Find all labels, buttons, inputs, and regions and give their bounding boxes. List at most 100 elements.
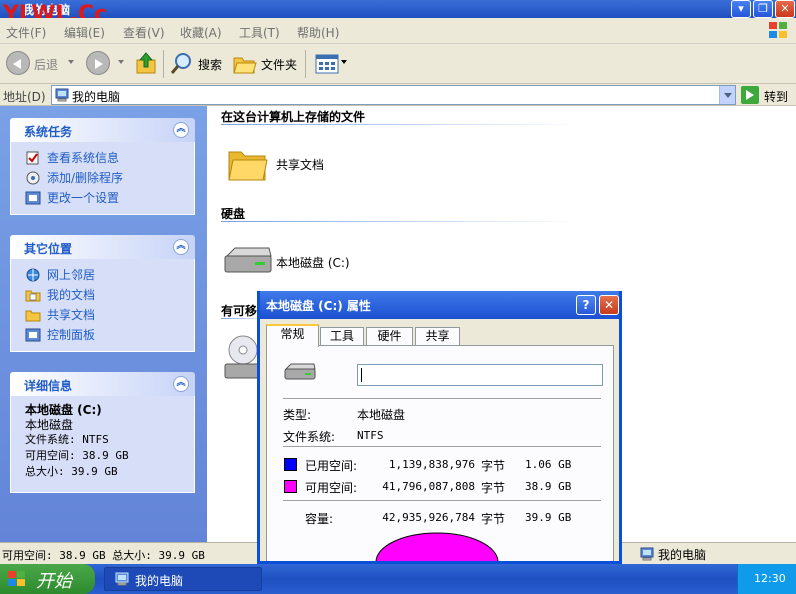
- menu-view[interactable]: 查看(V): [123, 24, 165, 41]
- task-add-remove-programs[interactable]: 添加/删除程序: [25, 168, 194, 188]
- address-input[interactable]: 我的电脑: [51, 85, 736, 105]
- filesystem-label: 文件系统:: [283, 430, 336, 444]
- tab-hardware[interactable]: 硬件: [366, 327, 413, 346]
- local-disk-c-item[interactable]: 本地磁盘 (C:): [221, 244, 371, 278]
- system-info-icon: [26, 151, 39, 165]
- disk-properties-dialog: 本地磁盘 (C:) 属性 ? ✕ 常规 工具 硬件 共享 类型: 本地磁盘 文件…: [257, 291, 622, 564]
- details-title: 详细信息: [24, 379, 73, 393]
- other-places-header[interactable]: 其它位置 ︽: [10, 235, 195, 259]
- shared-documents-label: 共享文档: [276, 158, 325, 172]
- free-space-label: 可用空间:: [305, 481, 358, 495]
- task-view-system-info[interactable]: 查看系统信息: [25, 148, 194, 168]
- forward-dropdown-icon[interactable]: [118, 60, 124, 64]
- used-space-unit: 字节: [481, 459, 506, 473]
- back-button-label[interactable]: 后退: [34, 56, 58, 73]
- place-my-documents[interactable]: 我的文档: [25, 285, 194, 305]
- group-header-stored-files: 在这台计算机上存储的文件: [221, 110, 366, 124]
- close-icon: ✕: [603, 298, 615, 312]
- minimize-icon: ▾: [738, 2, 744, 15]
- task-pane: 系统任务 ︽ 查看系统信息 添加/删除程序 更改一个设置 其它位置 ︽ 网上邻居…: [0, 106, 207, 542]
- up-folder-icon[interactable]: [135, 51, 157, 75]
- local-disk-c-label: 本地磁盘 (C:): [276, 256, 350, 270]
- folders-button-label[interactable]: 文件夹: [261, 56, 297, 73]
- status-location-label: 我的电脑: [658, 548, 707, 562]
- search-icon[interactable]: [170, 52, 194, 76]
- free-space-gb: 38.9 GB: [525, 480, 572, 493]
- tab-general[interactable]: 常规: [266, 324, 319, 347]
- forward-arrow-icon[interactable]: [86, 51, 110, 75]
- collapse-chevron-icon[interactable]: ︽: [173, 239, 189, 255]
- details-total-size: 总大小: 39.9 GB: [25, 465, 118, 478]
- used-space-swatch: [284, 458, 297, 471]
- maximize-icon: ❐: [758, 2, 768, 15]
- free-space-swatch: [284, 480, 297, 493]
- address-dropdown-icon[interactable]: [719, 86, 735, 104]
- menu-help[interactable]: 帮助(H): [297, 24, 339, 41]
- dialog-help-button[interactable]: ?: [576, 295, 596, 315]
- disk-usage-pie: [375, 532, 499, 561]
- start-label: 开始: [36, 571, 72, 592]
- place-control-panel[interactable]: 控制面板: [25, 325, 194, 345]
- free-space-unit: 字节: [481, 481, 506, 495]
- menu-edit[interactable]: 编辑(E): [64, 24, 105, 41]
- menu-file[interactable]: 文件(F): [6, 24, 46, 41]
- menu-tools[interactable]: 工具(T): [239, 24, 280, 41]
- details-header[interactable]: 详细信息 ︽: [10, 372, 195, 396]
- views-icon[interactable]: [315, 53, 339, 75]
- windows-flag-icon: [8, 571, 25, 586]
- details-name: 本地磁盘 (C:): [25, 403, 102, 417]
- place-network[interactable]: 网上邻居: [25, 265, 194, 285]
- folder-icon: [228, 151, 268, 181]
- details-type: 本地磁盘: [25, 418, 74, 432]
- place-shared-documents[interactable]: 共享文档: [25, 305, 194, 325]
- capacity-gb: 39.9 GB: [525, 511, 572, 524]
- capacity-unit: 字节: [481, 512, 506, 526]
- go-button-label[interactable]: 转到: [764, 88, 788, 105]
- dialog-titlebar[interactable]: 本地磁盘 (C:) 属性 ? ✕: [260, 291, 619, 319]
- group-divider: [221, 124, 581, 125]
- tab-tools[interactable]: 工具: [320, 327, 364, 346]
- details-body: 本地磁盘 (C:) 本地磁盘 文件系统: NTFS 可用空间: 38.9 GB …: [10, 396, 195, 493]
- used-space-gb: 1.06 GB: [525, 458, 572, 471]
- minimize-button[interactable]: ▾: [731, 0, 751, 18]
- taskbar-item-my-computer[interactable]: 我的电脑: [104, 567, 262, 591]
- details-filesystem: 文件系统: NTFS: [25, 433, 109, 446]
- my-computer-icon: [115, 572, 129, 586]
- divider: [283, 500, 601, 501]
- maximize-button[interactable]: ❐: [753, 0, 773, 18]
- details-panel: 详细信息 ︽ 本地磁盘 (C:) 本地磁盘 文件系统: NTFS 可用空间: 3…: [10, 372, 195, 493]
- views-dropdown-icon[interactable]: [341, 60, 347, 64]
- search-button-label[interactable]: 搜索: [198, 56, 222, 73]
- dialog-close-button[interactable]: ✕: [599, 295, 619, 315]
- taskbar: 开始 我的电脑 12:30: [0, 564, 796, 594]
- add-remove-programs-icon: [26, 171, 40, 185]
- task-label: 查看系统信息: [47, 151, 120, 165]
- system-tasks-header[interactable]: 系统任务 ︽: [10, 118, 195, 142]
- place-label: 共享文档: [47, 308, 96, 322]
- folders-icon[interactable]: [233, 53, 257, 75]
- taskbar-item-label: 我的电脑: [135, 574, 184, 588]
- divider: [283, 398, 601, 399]
- hard-drive-icon: [224, 247, 272, 273]
- menu-favorites[interactable]: 收藏(A): [180, 24, 222, 41]
- status-free-total: 可用空间: 38.9 GB 总大小: 39.9 GB: [2, 549, 205, 562]
- volume-label-input[interactable]: [357, 364, 603, 386]
- tab-sharing[interactable]: 共享: [415, 327, 460, 346]
- start-button[interactable]: 开始: [0, 564, 95, 594]
- collapse-chevron-icon[interactable]: ︽: [173, 122, 189, 138]
- network-icon: [26, 268, 40, 282]
- close-button[interactable]: ✕: [775, 0, 795, 18]
- other-places-title: 其它位置: [24, 242, 73, 256]
- toolbar: 后退 搜索 文件夹: [0, 44, 796, 84]
- collapse-chevron-icon[interactable]: ︽: [173, 376, 189, 392]
- dialog-title: 本地磁盘 (C:) 属性: [266, 299, 371, 313]
- task-change-setting[interactable]: 更改一个设置: [25, 188, 194, 208]
- address-label: 地址(D): [3, 90, 46, 104]
- back-dropdown-icon[interactable]: [68, 60, 74, 64]
- go-arrow-icon[interactable]: [741, 86, 759, 104]
- shared-documents-item[interactable]: 共享文档: [225, 142, 345, 186]
- clock[interactable]: 12:30: [754, 572, 786, 585]
- my-computer-icon: [640, 547, 654, 561]
- back-arrow-icon[interactable]: [6, 51, 30, 75]
- control-panel-icon: [25, 191, 41, 205]
